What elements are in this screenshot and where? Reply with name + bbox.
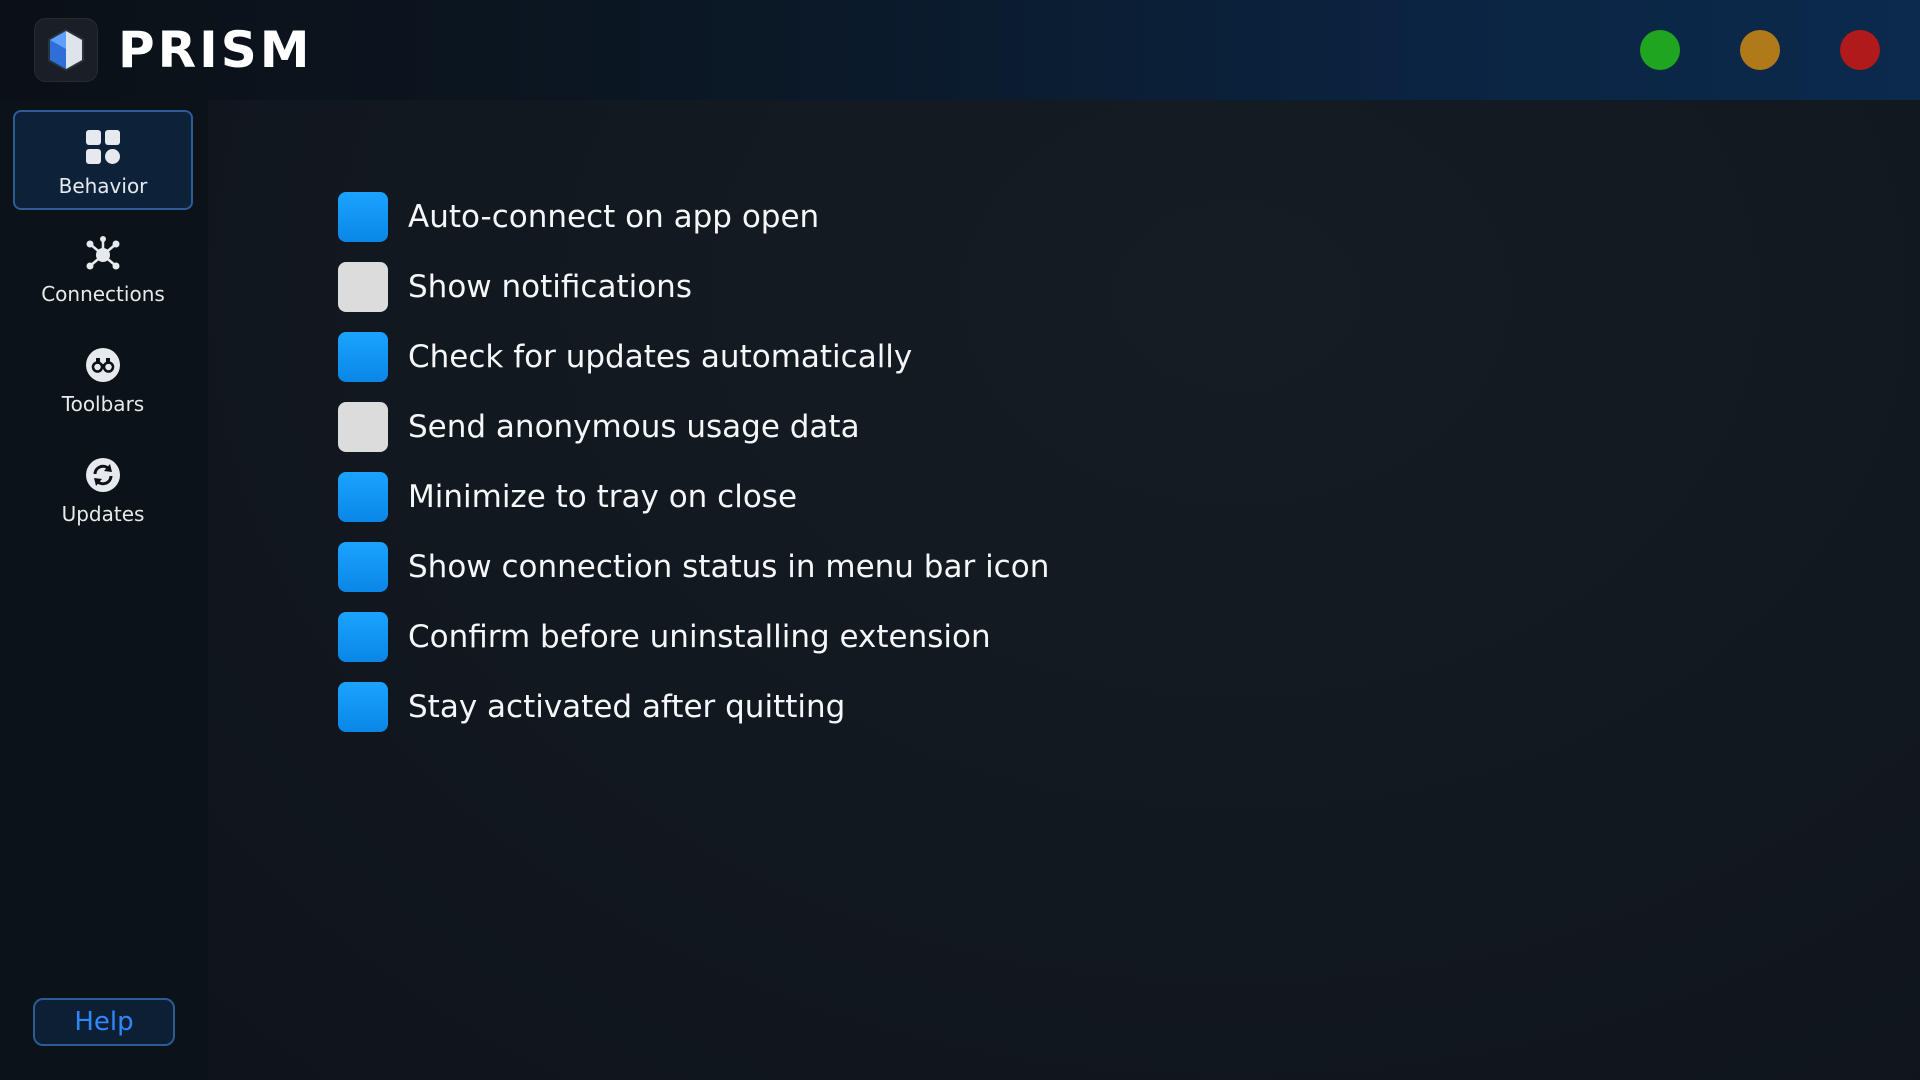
setting-row[interactable]: Stay activated after quitting xyxy=(338,682,1338,752)
setting-label: Send anonymous usage data xyxy=(408,409,860,445)
close-button[interactable] xyxy=(1840,30,1880,70)
setting-label: Confirm before uninstalling extension xyxy=(408,619,991,655)
title-bar: PRISM xyxy=(0,0,1920,100)
setting-row[interactable]: Auto-connect on app open xyxy=(338,192,1338,262)
sidebar-item-connections[interactable]: Connections xyxy=(13,220,193,320)
minimize-button[interactable] xyxy=(1740,30,1780,70)
sidebar-item-behavior[interactable]: Behavior xyxy=(13,110,193,210)
checkbox-checked[interactable] xyxy=(338,332,388,382)
sidebar-item-label: Behavior xyxy=(58,174,148,198)
setting-row[interactable]: Show connection status in menu bar icon xyxy=(338,542,1338,612)
setting-row[interactable]: Confirm before uninstalling extension xyxy=(338,612,1338,682)
app-title: PRISM xyxy=(118,21,313,79)
setting-row[interactable]: Show notifications xyxy=(338,262,1338,332)
checkbox-unchecked[interactable] xyxy=(338,402,388,452)
checkbox-checked[interactable] xyxy=(338,612,388,662)
settings-list: Auto-connect on app open Show notificati… xyxy=(338,192,1338,752)
prism-logo-icon xyxy=(34,18,98,82)
refresh-icon xyxy=(86,458,120,492)
main-content: Auto-connect on app open Show notificati… xyxy=(208,100,1920,1080)
sidebar-item-label: Updates xyxy=(61,502,145,526)
checkbox-checked[interactable] xyxy=(338,682,388,732)
sidebar-item-updates[interactable]: Updates xyxy=(13,440,193,540)
setting-row[interactable]: Minimize to tray on close xyxy=(338,472,1338,542)
setting-row[interactable]: Check for updates automatically xyxy=(338,332,1338,402)
setting-label: Show connection status in menu bar icon xyxy=(408,549,1050,585)
checkbox-checked[interactable] xyxy=(338,192,388,242)
sidebar-item-label: Connections xyxy=(41,282,165,306)
help-button[interactable]: Help xyxy=(33,998,175,1046)
grid-icon xyxy=(86,130,120,164)
setting-label: Check for updates automatically xyxy=(408,339,913,375)
app-window: PRISM Behavior Connections Toolbars Upda… xyxy=(0,0,1920,1080)
sidebar-item-label: Toolbars xyxy=(61,392,145,416)
sidebar-item-toolbars[interactable]: Toolbars xyxy=(13,330,193,430)
setting-row[interactable]: Send anonymous usage data xyxy=(338,402,1338,472)
maximize-button[interactable] xyxy=(1640,30,1680,70)
binoculars-icon xyxy=(86,348,120,382)
setting-label: Stay activated after quitting xyxy=(408,689,846,725)
setting-label: Auto-connect on app open xyxy=(408,199,820,235)
setting-label: Show notifications xyxy=(408,269,692,305)
setting-label: Minimize to tray on close xyxy=(408,479,798,515)
network-icon xyxy=(86,236,120,270)
checkbox-checked[interactable] xyxy=(338,542,388,592)
checkbox-checked[interactable] xyxy=(338,472,388,522)
sidebar: Behavior Connections Toolbars Updates He… xyxy=(0,100,208,1080)
checkbox-unchecked[interactable] xyxy=(338,262,388,312)
